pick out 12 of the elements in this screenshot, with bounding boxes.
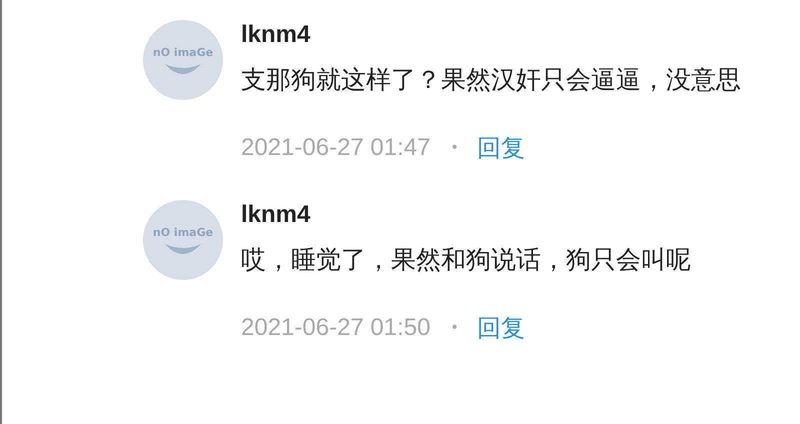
avatar-icon: nO imaGe	[143, 20, 223, 100]
comment-text: 支那狗就这样了？果然汉奸只会逼逼，没意思	[241, 64, 742, 96]
avatar-icon: nO imaGe	[143, 200, 223, 280]
comment-time: 2021-06-27 01:47	[241, 134, 430, 162]
comment-time: 2021-06-27 01:50	[241, 314, 430, 342]
reply-link[interactable]: 回复	[476, 132, 525, 164]
comment-text: 哎，睡觉了，果然和狗说话，狗只会叫呢	[241, 244, 692, 276]
author-name: lknm4	[241, 20, 310, 50]
reply-link[interactable]: 回复	[476, 312, 525, 344]
separator-dot: •	[450, 140, 459, 156]
separator-dot: •	[450, 320, 459, 336]
author-name: lknm4	[241, 200, 310, 230]
